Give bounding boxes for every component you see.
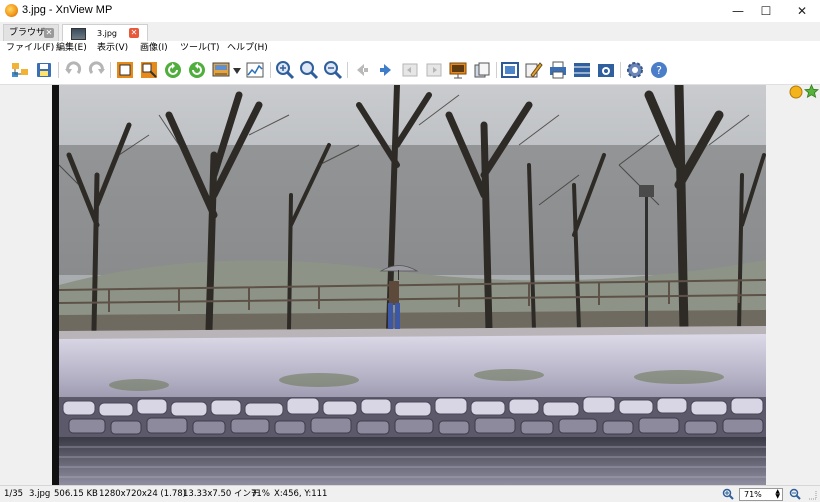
menu-tools[interactable]: ツール(T) — [180, 42, 220, 55]
save-icon[interactable] — [34, 60, 54, 80]
settings-icon[interactable] — [625, 60, 645, 80]
star-rating-icon[interactable] — [804, 84, 819, 99]
tab-image[interactable]: 3.jpg ✕ — [62, 24, 148, 42]
zoom-spinner-icon[interactable]: ▲ ▼ — [775, 489, 780, 500]
viewer-left-edge — [52, 85, 59, 485]
zoom-in-icon[interactable] — [275, 60, 295, 80]
capture-icon[interactable] — [596, 60, 616, 80]
resize-grip-icon[interactable] — [807, 490, 817, 500]
last-icon[interactable] — [424, 60, 444, 80]
menu-file[interactable]: ファイル(F) — [6, 42, 54, 55]
tab-image-label: 3.jpg — [97, 29, 118, 38]
svg-text:?: ? — [656, 64, 662, 77]
color-label-icon[interactable] — [789, 85, 803, 99]
status-filesize: 506.15 KB — [54, 489, 98, 499]
status-index: 1/35 — [4, 489, 24, 499]
toolbar: ? — [0, 56, 820, 85]
filmstrip-icon[interactable] — [572, 60, 592, 80]
menu-edit[interactable]: 編集(E) — [56, 42, 87, 55]
tab-browser-label: ブラウザ — [9, 28, 46, 38]
crop-icon[interactable] — [115, 60, 135, 80]
image-thumbnail-icon — [71, 28, 86, 40]
fullscreen-icon[interactable] — [500, 60, 520, 80]
previous-icon[interactable] — [352, 60, 372, 80]
first-icon[interactable] — [400, 60, 420, 80]
status-coords: X:456, Y:111 — [274, 489, 328, 499]
zoom-value: 71% — [744, 490, 762, 499]
rotate-left-icon[interactable] — [163, 60, 183, 80]
tab-bar: ブラウザ ✕ 3.jpg ✕ — [0, 22, 820, 42]
menu-help[interactable]: ヘルプ(H) — [227, 42, 268, 55]
zoom-in-icon[interactable] — [722, 488, 734, 500]
tab-close-icon[interactable]: ✕ — [44, 28, 54, 38]
title-bar: 3.jpg - XnView MP — ☐ ✕ — [0, 0, 820, 22]
slideshow-icon[interactable] — [448, 60, 468, 80]
zoom-out-icon[interactable] — [789, 488, 801, 500]
photo[interactable] — [59, 85, 766, 485]
browser-icon[interactable] — [10, 60, 30, 80]
menu-view[interactable]: 表示(V) — [97, 42, 128, 55]
redo-icon[interactable] — [87, 60, 107, 80]
compare-icon[interactable] — [472, 60, 492, 80]
print-icon[interactable] — [548, 60, 568, 80]
tab-close-icon[interactable]: ✕ — [129, 28, 139, 38]
resize-icon[interactable] — [139, 60, 159, 80]
levels-icon[interactable] — [245, 60, 265, 80]
rotate-right-icon[interactable] — [187, 60, 207, 80]
status-print-size: 13.33x7.50 インチ — [183, 489, 260, 499]
edit-icon[interactable] — [524, 60, 544, 80]
undo-icon[interactable] — [63, 60, 83, 80]
adjust-icon[interactable] — [211, 60, 231, 80]
chevron-down-icon[interactable] — [233, 68, 241, 74]
tab-browser[interactable]: ブラウザ ✕ — [3, 24, 59, 42]
status-bar: 1/35 3.jpg 506.15 KB 1280x720x24 (1.78) … — [0, 485, 820, 502]
next-icon[interactable] — [376, 60, 396, 80]
status-dimensions: 1280x720x24 (1.78) — [99, 489, 186, 499]
close-window-button[interactable]: ✕ — [786, 0, 818, 22]
maximize-button[interactable]: ☐ — [750, 0, 782, 22]
zoom-combobox[interactable]: 71% ▲ ▼ — [739, 488, 783, 501]
xnview-app-icon — [5, 4, 18, 17]
menu-image[interactable]: 画像(I) — [140, 42, 168, 55]
menu-bar: ファイル(F) 編集(E) 表示(V) 画像(I) ツール(T) ヘルプ(H) — [0, 41, 820, 56]
status-filename: 3.jpg — [29, 489, 51, 499]
status-zoom: 71% — [251, 489, 270, 499]
window-title: 3.jpg - XnView MP — [22, 4, 113, 16]
zoom-fit-icon[interactable] — [299, 60, 319, 80]
zoom-out-icon[interactable] — [323, 60, 343, 80]
help-icon[interactable]: ? — [649, 60, 669, 80]
